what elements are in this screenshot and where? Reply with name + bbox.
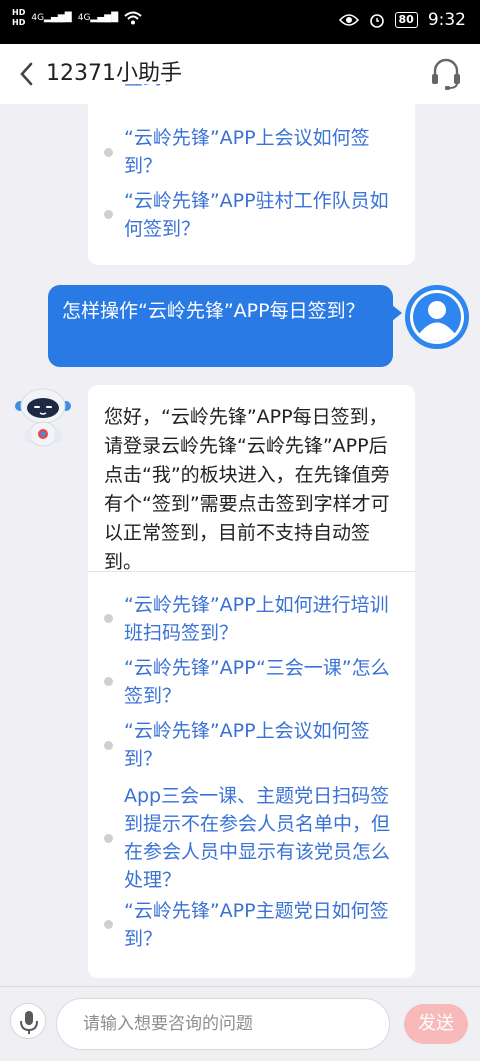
user-message-text: 怎样操作“云岭先锋”APP每日签到？ [62,300,365,322]
battery-indicator: 80 [394,12,418,28]
robot-avatar-icon [15,388,71,447]
input-bar: 发送 [0,986,480,1061]
suggestion-option[interactable]: “云岭先锋”APP主题党日如何签到？ [124,897,401,953]
bullet-dot [104,741,113,750]
bullet-dot [104,148,113,157]
network-indicators: HD HD 4G▂▄▆█ 4G▂▄▆█ [12,8,142,28]
suggestion-option[interactable]: “云岭先锋”APP“三会一课”怎么签到？ [124,654,401,710]
voice-input-button[interactable] [10,1003,46,1039]
send-button[interactable]: 发送 [404,1004,468,1044]
clock: 9:32 [427,10,466,30]
signal-icon-1: 4G▂▄▆█ [31,13,72,23]
suggestion-option[interactable]: “云岭先锋”APP上会议如何签到？ [124,124,401,180]
bullet-dot [104,614,113,623]
question-input[interactable] [56,998,390,1050]
bullet-dot [104,834,113,843]
bot-reply-card: 您好，“云岭先锋”APP每日签到，请登录云岭先锋“云岭先锋”APP后点击“我”的… [88,385,415,978]
suggestion-option[interactable]: App三会一课、主题党日扫码签到提示不在参会人员名单中，但在参会人员中显示有该党… [124,782,401,894]
back-chevron-icon[interactable] [16,60,38,88]
divider [88,571,415,572]
suggestion-card-previous: 签到？ “云岭先锋”APP上会议如何签到？ “云岭先锋”APP驻村工作队员如何签… [88,84,415,265]
microphone-icon [20,1011,38,1034]
status-bar: HD HD 4G▂▄▆█ 4G▂▄▆█ 80 9:32 [0,0,480,44]
user-message-bubble: 怎样操作“云岭先锋”APP每日签到？ [48,285,402,367]
user-avatar [405,285,469,349]
hd-icon: HD HD [12,8,26,27]
bullet-dot [104,920,113,929]
eye-icon [338,14,359,26]
user-avatar-icon [410,290,464,344]
signal-icon-2: 4G▂▄▆█ [77,13,119,23]
bullet-dot [104,210,113,219]
suggestion-option[interactable]: “云岭先锋”APP上如何进行培训班扫码签到？ [124,591,401,647]
headset-icon[interactable] [430,56,462,92]
cut-off-option[interactable]: 签到？ [124,84,181,92]
bullet-dot [104,677,113,686]
bot-answer-text: 您好，“云岭先锋”APP每日签到，请登录云岭先锋“云岭先锋”APP后点击“我”的… [104,406,390,573]
suggestion-option[interactable]: “云岭先锋”APP驻村工作队员如何签到？ [124,187,401,243]
wifi-icon [124,11,142,25]
suggestion-option[interactable]: “云岭先锋”APP上会议如何签到？ [124,717,401,773]
alarm-icon [369,14,384,28]
